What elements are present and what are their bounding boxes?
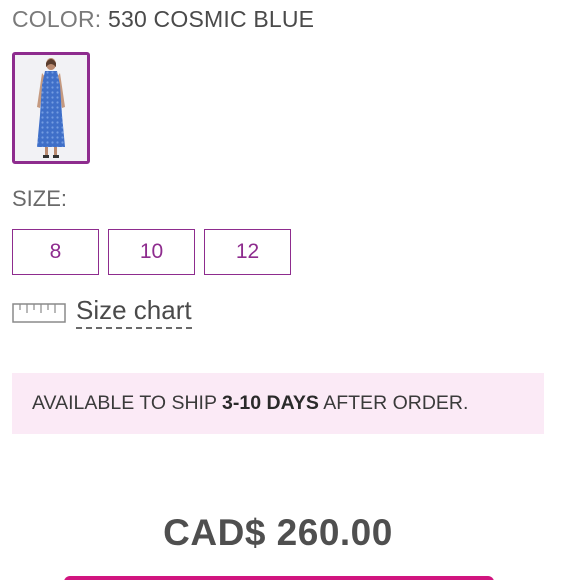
size-title: SIZE: [12,186,68,211]
dress-thumbnail-icon [15,55,87,161]
add-to-bag-button[interactable] [64,576,494,580]
size-chart-label[interactable]: Size chart [76,296,192,329]
shipping-days: 3-10 DAYS [222,392,319,414]
size-options: 8 10 12 [12,229,291,275]
shipping-prefix: AVAILABLE TO SHIP [32,392,223,414]
product-options-panel: COLOR: 530 COSMIC BLUE SIZE: 8 10 12 Siz… [0,0,580,580]
color-value: 530 COSMIC BLUE [107,6,315,32]
size-option-12[interactable]: 12 [204,229,291,275]
size-option-10[interactable]: 10 [108,229,195,275]
color-swatch-thumbnail[interactable] [12,52,90,164]
ruler-icon [12,302,66,323]
color-label: COLOR: [12,6,102,32]
size-chart-link[interactable]: Size chart [12,296,192,329]
shipping-suffix: AFTER ORDER. [318,392,469,414]
shipping-notice: AVAILABLE TO SHIP 3-10 DAYS AFTER ORDER. [12,373,544,434]
color-selection-row: COLOR: 530 COSMIC BLUE [12,6,314,33]
size-option-8[interactable]: 8 [12,229,99,275]
product-price: CAD$ 260.00 [163,512,393,553]
